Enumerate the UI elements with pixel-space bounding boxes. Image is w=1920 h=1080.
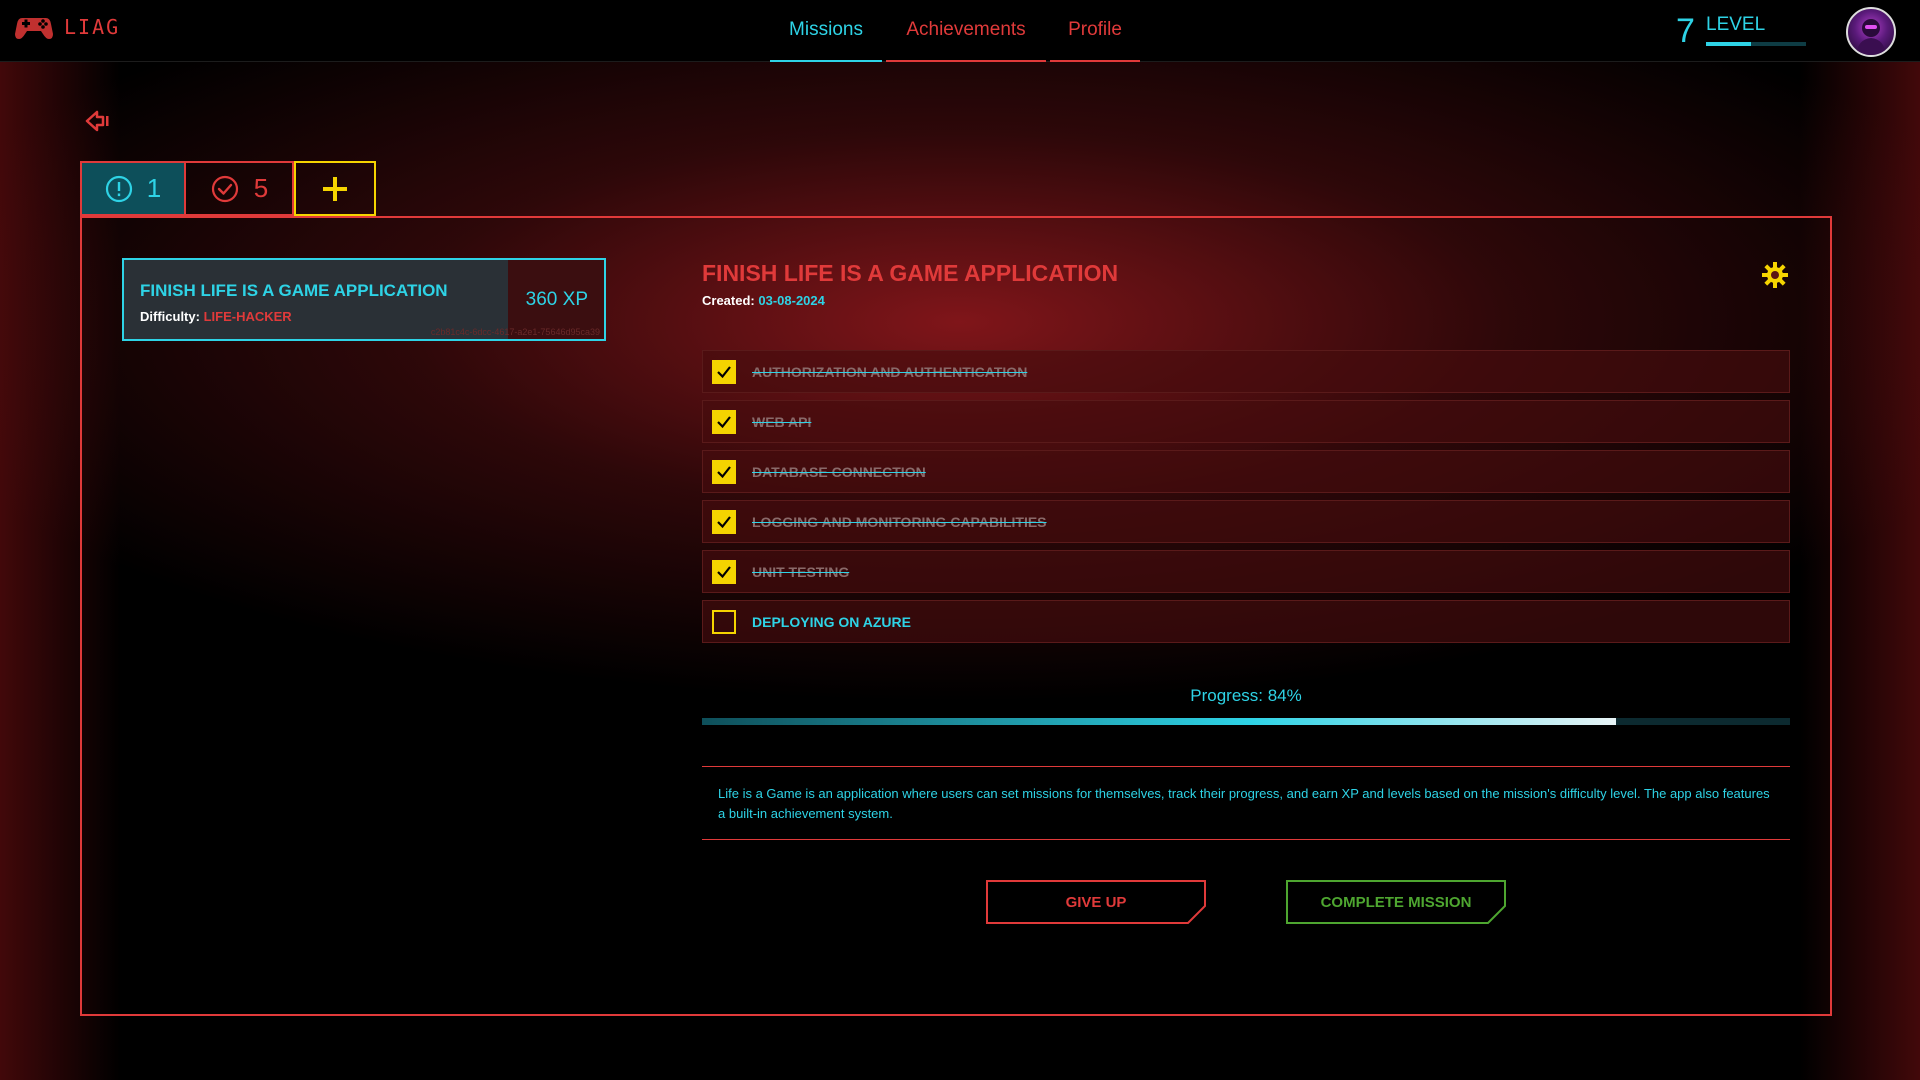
active-missions-count: 1 [146, 173, 162, 203]
task-label: DEPLOYING ON AZURE [752, 613, 911, 630]
task-item[interactable]: DATABASE CONNECTION [702, 450, 1790, 493]
task-label: AUTHORIZATION AND AUTHENTICATION [752, 363, 1028, 380]
logo-text: LIAG [64, 15, 121, 39]
task-item[interactable]: UNIT TESTING [702, 550, 1790, 593]
gamepad-icon [15, 18, 53, 39]
task-label: WEB API [752, 413, 812, 430]
completed-missions-tab[interactable]: 5 [186, 161, 294, 216]
avatar-figure-icon [1856, 19, 1886, 55]
task-checkbox[interactable] [712, 609, 736, 634]
task-label: UNIT TESTING [752, 563, 850, 580]
task-item[interactable]: DEPLOYING ON AZURE [702, 600, 1790, 643]
app-logo[interactable]: LIAG [14, 12, 120, 42]
checkmark-icon [717, 415, 731, 428]
give-up-label: GIVE UP [1065, 893, 1127, 911]
tab-missions[interactable]: Missions [770, 0, 882, 62]
task-item[interactable]: WEB API [702, 400, 1790, 443]
active-missions-tab[interactable]: 1 [80, 161, 186, 216]
mission-created: Created: 03-08-2024 [702, 293, 825, 308]
mission-card-difficulty: Difficulty: LIFE-HACKER [140, 309, 292, 324]
mission-settings-button[interactable] [1760, 260, 1790, 290]
level-progress-fill [1706, 42, 1751, 46]
back-arrow-icon [85, 110, 109, 132]
checkmark-icon [717, 565, 731, 578]
progress-label: Progress: 84% [1190, 686, 1302, 705]
task-checkbox[interactable] [712, 509, 736, 534]
check-circle-icon [211, 175, 238, 202]
alert-circle-icon [105, 175, 132, 202]
mission-progress-bar [702, 718, 1790, 725]
mission-card-title: FINISH LIFE IS A GAME APPLICATION [140, 281, 448, 300]
level-label: LEVEL [1706, 14, 1766, 35]
task-list: AUTHORIZATION AND AUTHENTICATION WEB API… [702, 350, 1790, 650]
mission-card-id: c2b81c4c-6dcc-4617-a2e1-75646d95ca39 [430, 327, 600, 337]
mission-progress-fill [702, 718, 1616, 725]
top-navbar: LIAG Missions Achievements Profile 7 LEV… [0, 0, 1920, 62]
plus-icon [323, 176, 347, 201]
mission-detail-title: FINISH LIFE IS A GAME APPLICATION [702, 260, 1119, 286]
task-checkbox[interactable] [712, 359, 736, 384]
task-item[interactable]: LOGGING AND MONITORING CAPABILITIES [702, 500, 1790, 543]
avatar[interactable] [1846, 7, 1896, 57]
gear-icon [1762, 262, 1788, 288]
level-progress-bar [1706, 42, 1806, 46]
task-label: LOGGING AND MONITORING CAPABILITIES [752, 513, 1047, 530]
mission-card[interactable]: FINISH LIFE IS A GAME APPLICATION Diffic… [122, 258, 606, 341]
add-mission-button[interactable] [294, 161, 376, 216]
difficulty-value: LIFE-HACKER [203, 309, 292, 324]
tab-profile[interactable]: Profile [1050, 0, 1140, 62]
tab-achievements[interactable]: Achievements [886, 0, 1046, 62]
task-checkbox[interactable] [712, 409, 736, 434]
complete-mission-label: COMPLETE MISSION [1320, 893, 1472, 911]
mission-card-xp: 360 XP [525, 289, 588, 310]
checkmark-icon [717, 365, 731, 378]
difficulty-label: Difficulty: [140, 309, 200, 324]
complete-mission-button[interactable]: COMPLETE MISSION [1286, 880, 1506, 924]
level-number: 7 [1676, 12, 1695, 50]
completed-missions-count: 5 [253, 173, 269, 203]
created-date: 03-08-2024 [758, 293, 825, 308]
created-label: Created: [702, 293, 755, 308]
task-item[interactable]: AUTHORIZATION AND AUTHENTICATION [702, 350, 1790, 393]
give-up-button[interactable]: GIVE UP [986, 880, 1206, 924]
checkmark-icon [717, 515, 731, 528]
task-checkbox[interactable] [712, 559, 736, 584]
task-checkbox[interactable] [712, 459, 736, 484]
back-button[interactable] [84, 106, 114, 136]
task-label: DATABASE CONNECTION [752, 463, 926, 480]
checkmark-icon [717, 465, 731, 478]
main-nav: Missions Achievements Profile [770, 0, 1144, 62]
mission-description: Life is a Game is an application where u… [702, 766, 1790, 840]
